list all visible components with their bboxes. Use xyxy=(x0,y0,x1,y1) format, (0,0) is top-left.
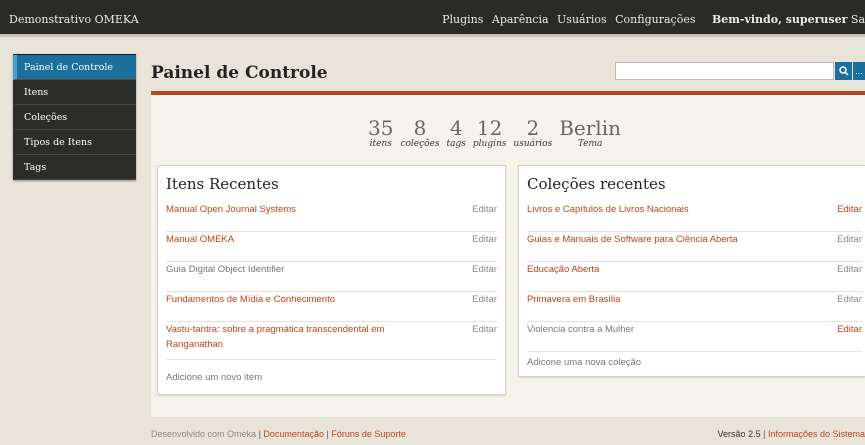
footer: Desenvolvido com Omeka | Documentação | … xyxy=(151,429,865,439)
list-item: Manual Open Journal Systems Editar xyxy=(166,202,497,232)
list-item: Guias e Manuais de Software para Ciência… xyxy=(527,232,862,262)
edit-link[interactable]: Editar xyxy=(472,262,497,277)
list-item: Manual OMEKA Editar xyxy=(166,232,497,262)
stat-value: 35 xyxy=(368,116,394,140)
version-text: Versão 2.5 xyxy=(717,429,761,439)
edit-link[interactable]: Editar xyxy=(837,202,862,217)
welcome-user[interactable]: Bem-vindo, superuser xyxy=(712,13,847,26)
list-item: Guia Digital Object Identifier Editar xyxy=(166,262,497,292)
stats-summary: 35 itens 8 coleções 4 tags 12 plugins 2 … xyxy=(368,118,628,149)
search-icon xyxy=(839,66,849,76)
edit-link[interactable]: Editar xyxy=(837,262,862,277)
documentation-link[interactable]: Documentação xyxy=(263,429,324,439)
sidebar-item-collections[interactable]: Coleções xyxy=(13,105,136,130)
edit-link[interactable]: Editar xyxy=(472,322,497,337)
stat-collections[interactable]: 8 coleções xyxy=(400,118,439,149)
system-info-link[interactable]: Informações do Sistema xyxy=(768,429,865,439)
item-link[interactable]: Guia Digital Object Identifier xyxy=(166,262,426,277)
search-bar: ... xyxy=(615,62,865,80)
global-nav: Plugins Aparência Usuários Configurações… xyxy=(437,13,865,26)
search-input[interactable] xyxy=(615,62,834,80)
sidebar: Painel de Controle Itens Coleções Tipos … xyxy=(13,54,136,180)
stat-label: tags xyxy=(446,139,466,149)
top-bar: Demonstrativo OMEKA Plugins Aparência Us… xyxy=(0,0,865,37)
search-button[interactable] xyxy=(835,62,852,80)
advanced-search-button[interactable]: ... xyxy=(853,62,865,80)
list-item: Educação Aberta Editar xyxy=(527,262,862,292)
support-forums-link[interactable]: Fóruns de Suporte xyxy=(331,429,406,439)
recent-collections-panel: Coleções recentes Livros e Capítulos de … xyxy=(518,165,865,377)
collection-link[interactable]: Educação Aberta xyxy=(527,262,787,277)
nav-settings[interactable]: Configurações xyxy=(615,13,695,26)
stat-label: itens xyxy=(369,139,392,149)
add-collection-link[interactable]: Adicone uma nova coleção xyxy=(527,357,641,368)
collection-link[interactable]: Livros e Capítulos de Livros Nacionais xyxy=(527,202,787,217)
sidebar-item-items[interactable]: Itens xyxy=(13,80,136,105)
collection-link[interactable]: Violencia contra a Mulher xyxy=(527,322,787,337)
list-item: Vastu-tantra: sobre a pragmática transce… xyxy=(166,322,497,360)
stat-label: Tema xyxy=(577,139,603,149)
stat-label: usuários xyxy=(513,139,553,149)
item-link[interactable]: Fundamentos de Mídia e Conhecimento xyxy=(166,292,426,307)
item-link[interactable]: Vastu-tantra: sobre a pragmática transce… xyxy=(166,322,426,352)
panel-title: Coleções recentes xyxy=(527,175,666,193)
page-title: Painel de Controle xyxy=(151,63,328,83)
list-item: Primavera em Brasília Editar xyxy=(527,292,862,322)
stat-value: 4 xyxy=(449,116,463,140)
list-item: Fundamentos de Mídia e Conhecimento Edit… xyxy=(166,292,497,322)
sidebar-item-dashboard[interactable]: Painel de Controle xyxy=(13,55,136,80)
edit-link[interactable]: Editar xyxy=(472,292,497,307)
stat-items[interactable]: 35 itens xyxy=(368,118,393,149)
stat-value: 8 xyxy=(413,116,427,140)
edit-link[interactable]: Editar xyxy=(837,292,862,307)
stat-theme[interactable]: Berlin Tema xyxy=(559,118,621,149)
edit-link[interactable]: Editar xyxy=(837,232,862,247)
panel-title: Itens Recentes xyxy=(166,175,279,193)
edit-link[interactable]: Editar xyxy=(837,322,862,337)
stat-label: coleções xyxy=(400,139,440,149)
sidebar-item-item-types[interactable]: Tipos de Itens xyxy=(13,130,136,155)
collection-link[interactable]: Primavera em Brasília xyxy=(527,292,787,307)
stat-tags[interactable]: 4 tags xyxy=(447,118,466,149)
collection-link[interactable]: Guias e Manuais de Software para Ciência… xyxy=(527,232,787,247)
add-item-link[interactable]: Adicione um novo item xyxy=(166,372,262,383)
powered-by: Desenvolvido com Omeka xyxy=(151,429,257,439)
stat-value: 2 xyxy=(526,116,540,140)
nav-users[interactable]: Usuários xyxy=(557,13,607,26)
separator: | xyxy=(326,429,329,439)
edit-link[interactable]: Editar xyxy=(472,202,497,217)
footer-right: Versão 2.5 | Informações do Sistema xyxy=(718,429,865,439)
site-title[interactable]: Demonstrativo OMEKA xyxy=(9,13,139,26)
stat-label: plugins xyxy=(472,139,507,149)
stat-plugins[interactable]: 12 plugins xyxy=(473,118,507,149)
item-link[interactable]: Manual Open Journal Systems xyxy=(166,202,426,217)
separator: | xyxy=(763,429,766,439)
sidebar-item-tags[interactable]: Tags xyxy=(13,155,136,180)
stat-value: 12 xyxy=(476,116,503,140)
stat-users[interactable]: 2 usuários xyxy=(513,118,552,149)
edit-link[interactable]: Editar xyxy=(472,232,497,247)
stat-value: Berlin xyxy=(559,116,621,140)
list-item: Violencia contra a Mulher Editar xyxy=(527,322,862,352)
recent-items-panel: Itens Recentes Manual Open Journal Syste… xyxy=(157,165,506,395)
list-item: Livros e Capítulos de Livros Nacionais E… xyxy=(527,202,862,232)
item-link[interactable]: Manual OMEKA xyxy=(166,232,426,247)
separator: | xyxy=(258,429,261,439)
nav-appearance[interactable]: Aparência xyxy=(492,13,549,26)
nav-plugins[interactable]: Plugins xyxy=(442,13,483,26)
logout-link[interactable]: Sa xyxy=(851,13,865,26)
